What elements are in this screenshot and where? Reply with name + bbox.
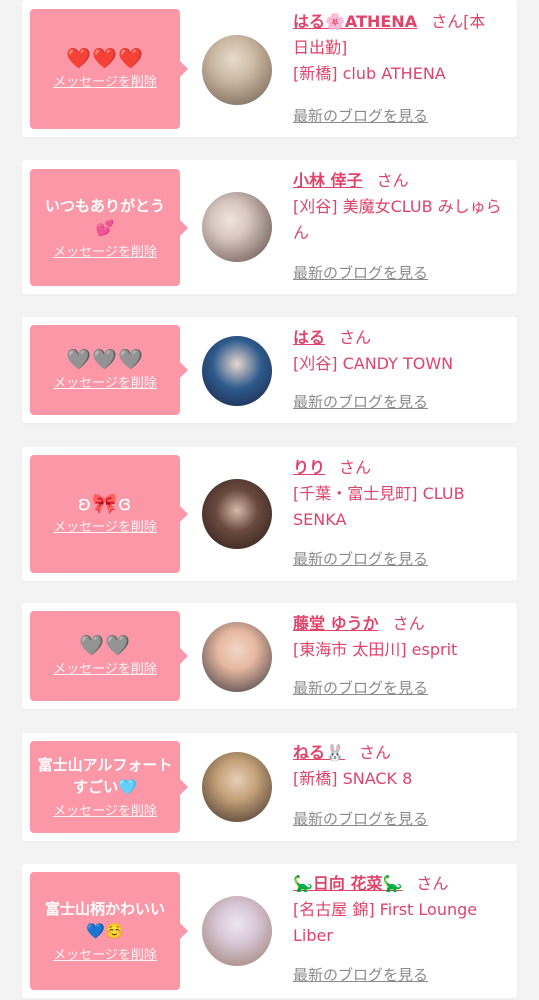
cast-info: 藤堂 ゆうか さん [東海市 太田川] esprit [293,611,505,663]
cast-name-link[interactable]: 藤堂 ゆうか [293,614,379,633]
latest-blog-link[interactable]: 最新のブログを見る [293,548,428,569]
message-text: 🩶🩶🩶 [66,347,144,371]
message-card: ʚ🎀ɞ メッセージを削除 りり さん [千葉・富士見町] CLUB SENKA 最… [22,447,517,581]
avatar[interactable] [202,479,272,549]
message-card: 🩶🩶🩶 メッセージを削除 はる さん [刈谷] CANDY TOWN 最新のブログ… [22,317,517,423]
cast-name-link[interactable]: はる🌸ATHENA [293,12,417,31]
shop-label: [名古屋 錦] First Lounge Liber [293,900,478,945]
name-line: ねる🐰 さん [293,740,505,766]
message-bubble: 🩶🩶 メッセージを削除 [30,611,188,701]
message-card: ❤️❤️❤️ メッセージを削除 はる🌸ATHENA さん[本 日出勤] [新橋] … [22,0,517,137]
shop-label: [東海市 太田川] esprit [293,640,458,659]
avatar[interactable] [202,896,272,966]
message-text: ❤️❤️❤️ [66,46,144,70]
delete-message-link[interactable]: メッセージを削除 [53,948,157,964]
message-text: いつもありがとう💕 [44,196,165,237]
message-bubble: いつもありがとう💕 メッセージを削除 [30,169,188,286]
cast-info: 🦕日向 花菜🦕 さん [名古屋 錦] First Lounge Liber [293,871,505,949]
name-line: 小林 倖子 さん [293,168,505,194]
delete-message-link[interactable]: メッセージを削除 [53,75,157,91]
honorific: さん [431,12,464,31]
message-bubble: ʚ🎀ɞ メッセージを削除 [30,455,188,573]
message-bubble: ❤️❤️❤️ メッセージを削除 [30,9,188,129]
latest-blog-link[interactable]: 最新のブログを見る [293,677,428,698]
latest-blog-link[interactable]: 最新のブログを見る [293,105,428,126]
honorific: さん [416,874,449,893]
cast-info: はる🌸ATHENA さん[本 日出勤] [新橋] club ATHENA [293,9,505,87]
avatar[interactable] [202,192,272,262]
shop-label: [刈谷] 美魔女CLUB みしゅらん [293,197,502,242]
shop-label: [刈谷] CANDY TOWN [293,354,454,373]
delete-message-link[interactable]: メッセージを削除 [53,804,157,820]
message-text: 🩶🩶 [79,633,131,657]
avatar[interactable] [202,622,272,692]
honorific: さん [339,458,372,477]
name-line: はる🌸ATHENA さん[本 [293,9,505,35]
message-bubble: 富士山アルフォートすごい🩵 メッセージを削除 [30,741,188,833]
shop-label: [新橋] SNACK 8 [293,769,413,788]
latest-blog-link[interactable]: 最新のブログを見る [293,391,428,412]
cast-name-link[interactable]: 🦕日向 花菜🦕 [293,874,402,893]
message-card: 🩶🩶 メッセージを削除 藤堂 ゆうか さん [東海市 太田川] esprit 最新… [22,603,517,709]
cast-name-link[interactable]: ねる🐰 [293,743,345,762]
name-line: はる さん [293,325,505,351]
name-line: 🦕日向 花菜🦕 さん [293,871,505,897]
avatar[interactable] [202,752,272,822]
message-bubble: 🩶🩶🩶 メッセージを削除 [30,325,188,415]
honorific: さん [358,743,391,762]
delete-message-link[interactable]: メッセージを削除 [53,662,157,678]
shop-label-line2: [新橋] club ATHENA [293,64,446,83]
cast-name-link[interactable]: はる [293,328,325,347]
honorific: さん [339,328,372,347]
message-bubble: 富士山柄かわいい💙☺️ メッセージを削除 [30,872,188,990]
latest-blog-link[interactable]: 最新のブログを見る [293,808,428,829]
avatar[interactable] [202,336,272,406]
message-card: 富士山アルフォートすごい🩵 メッセージを削除 ねる🐰 さん [新橋] SNACK … [22,733,517,841]
delete-message-link[interactable]: メッセージを削除 [53,376,157,392]
delete-message-link[interactable]: メッセージを削除 [53,245,157,261]
avatar[interactable] [202,35,272,105]
delete-message-link[interactable]: メッセージを削除 [53,520,157,536]
cast-info: 小林 倖子 さん [刈谷] 美魔女CLUB みしゅらん [293,168,505,246]
shop-label: [本 [463,12,486,31]
message-card: 富士山柄かわいい💙☺️ メッセージを削除 🦕日向 花菜🦕 さん [名古屋 錦] F… [22,864,517,998]
cast-info: はる さん [刈谷] CANDY TOWN [293,325,505,377]
name-line: 藤堂 ゆうか さん [293,611,505,637]
honorific: さん [376,171,409,190]
shop-label: [千葉・富士見町] CLUB SENKA [293,484,465,529]
cast-info: ねる🐰 さん [新橋] SNACK 8 [293,740,505,792]
cast-name-link[interactable]: りり [293,458,325,477]
message-text: 富士山柄かわいい💙☺️ [44,900,165,940]
honorific: さん [392,614,425,633]
shop-label-cont: 日出勤] [293,38,348,57]
latest-blog-link[interactable]: 最新のブログを見る [293,964,428,985]
name-line: りり さん [293,455,505,481]
cast-info: りり さん [千葉・富士見町] CLUB SENKA [293,455,505,533]
message-card: いつもありがとう💕 メッセージを削除 小林 倖子 さん [刈谷] 美魔女CLUB … [22,160,517,294]
message-text: ʚ🎀ɞ [77,491,133,515]
cast-name-link[interactable]: 小林 倖子 [293,171,363,190]
message-text: 富士山アルフォートすごい🩵 [37,756,173,796]
latest-blog-link[interactable]: 最新のブログを見る [293,262,428,283]
